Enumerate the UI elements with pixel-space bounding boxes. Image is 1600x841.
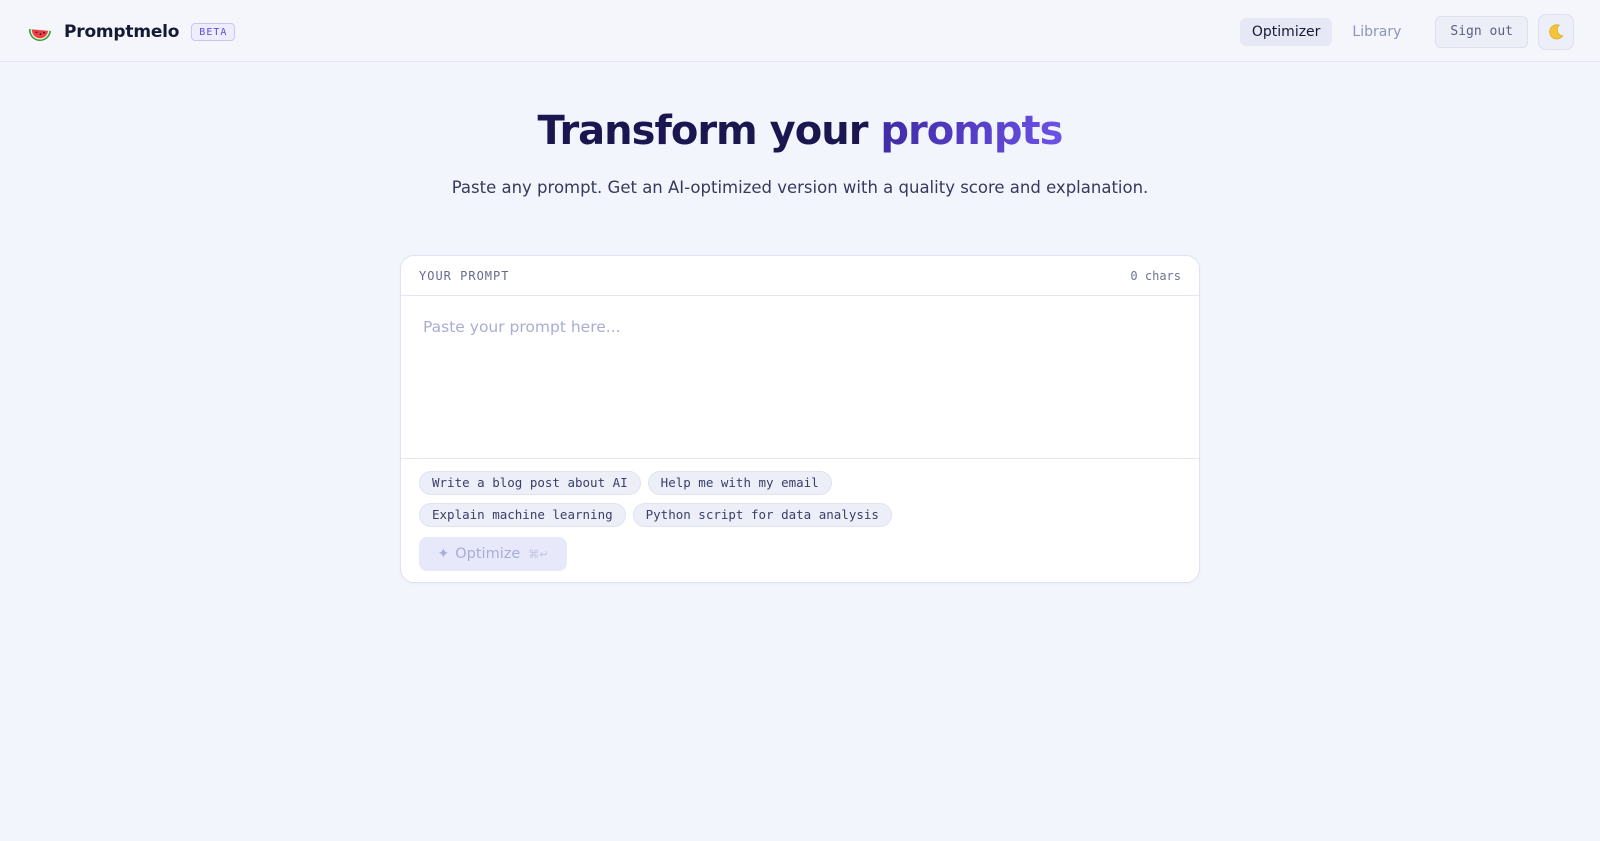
page-subtitle: Paste any prompt. Get an AI-optimized ve… (451, 178, 1149, 197)
optimize-label: Optimize (455, 546, 521, 562)
prompt-card-header: YOUR PROMPT 0 chars (401, 256, 1199, 296)
watermelon-icon (28, 29, 51, 42)
page-title: Transform your prompts (0, 108, 1600, 154)
prompt-label: YOUR PROMPT (419, 268, 510, 283)
prompt-card: YOUR PROMPT 0 chars Write a blog post ab… (400, 255, 1200, 583)
brand-name: Promptmelo (64, 22, 180, 42)
optimize-shortcut: ⌘↵ (528, 547, 549, 561)
tab-optimizer[interactable]: Optimizer (1239, 18, 1333, 46)
suggestion-chip[interactable]: Explain machine learning (419, 503, 626, 527)
beta-badge: BETA (191, 23, 236, 41)
brand[interactable]: Promptmelo BETA (26, 17, 236, 47)
moon-icon (1549, 24, 1564, 40)
theme-toggle-button[interactable] (1538, 14, 1574, 50)
char-count: 0 chars (1130, 268, 1181, 283)
top-bar: Promptmelo BETA Optimizer Library Sign o… (0, 0, 1600, 62)
suggestion-chip[interactable]: Write a blog post about AI (419, 471, 641, 495)
title-main: Transform your (537, 108, 869, 154)
suggestion-chip[interactable]: Help me with my email (647, 471, 832, 495)
sign-out-button[interactable]: Sign out (1435, 16, 1528, 48)
suggestion-chip[interactable]: Python script for data analysis (632, 503, 892, 527)
top-nav: Optimizer Library Sign out (1239, 14, 1574, 50)
optimize-button[interactable]: ✦ Optimize ⌘↵ (419, 537, 567, 571)
tab-library[interactable]: Library (1340, 18, 1413, 46)
prompt-input[interactable] (401, 296, 1199, 459)
title-accent: prompts (880, 108, 1063, 154)
sparkle-icon: ✦ (437, 546, 450, 562)
suggestion-chips: Write a blog post about AI Help me with … (401, 459, 1041, 527)
